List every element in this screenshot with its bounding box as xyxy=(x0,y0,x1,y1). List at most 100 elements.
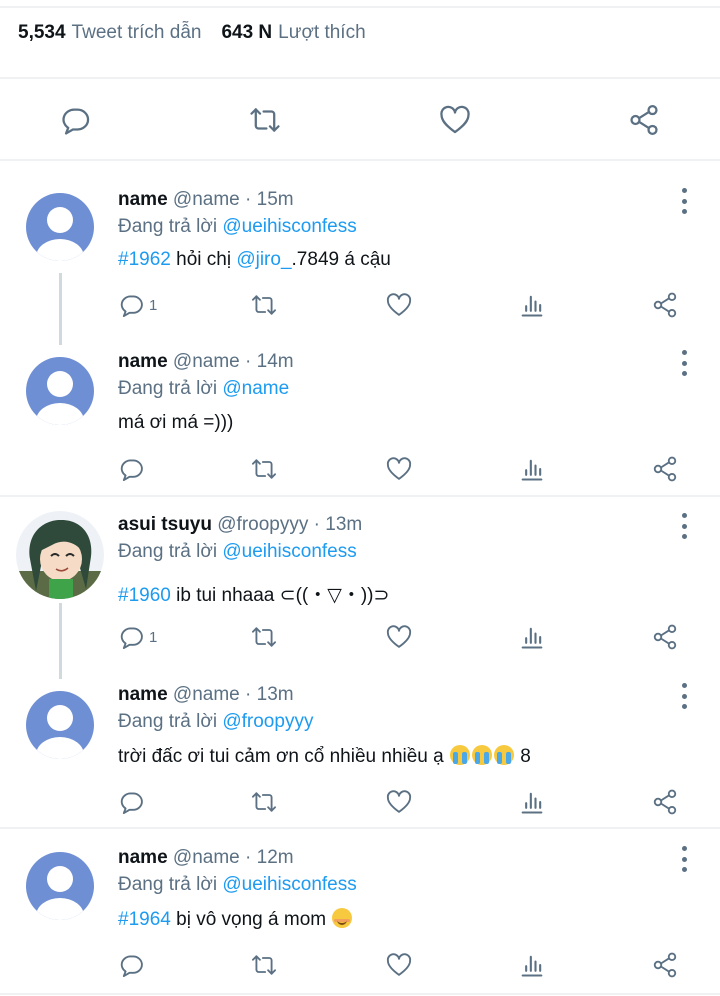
replying-prefix: Đang trả lời xyxy=(118,711,218,732)
share-button[interactable] xyxy=(622,98,666,142)
like-label[interactable]: Lượt thích xyxy=(278,22,366,43)
avatar[interactable] xyxy=(26,193,94,261)
retweet-button[interactable] xyxy=(243,98,287,142)
stats-divider xyxy=(0,77,720,79)
loudly-crying-face-icon xyxy=(450,745,470,765)
tweet-retweet-button[interactable] xyxy=(250,622,278,652)
mention-link[interactable]: @jiro_ xyxy=(236,249,291,270)
tweet-retweet-button[interactable] xyxy=(250,290,278,320)
handle[interactable]: @froopyyy xyxy=(217,514,308,535)
avatar[interactable] xyxy=(26,852,94,920)
tweet-analytics-button[interactable] xyxy=(518,787,546,817)
tweet-analytics-button[interactable] xyxy=(518,290,546,320)
tweet-like-button[interactable] xyxy=(385,622,413,652)
replying-mention[interactable]: @ueihisconfess xyxy=(222,541,356,562)
avatar[interactable] xyxy=(26,357,94,425)
tweet-reply-button[interactable] xyxy=(118,454,149,484)
tweet-analytics-button[interactable] xyxy=(518,454,546,484)
tweet-like-button[interactable] xyxy=(385,290,413,320)
timestamp[interactable]: · 12m xyxy=(245,847,294,868)
anime-avatar-icon xyxy=(16,511,104,599)
handle[interactable]: @name xyxy=(173,684,240,705)
tweet-header: name @name · 15m xyxy=(118,189,294,211)
tweet-reply-button[interactable] xyxy=(118,950,149,980)
text-part: trời đấc ơi tui cảm ơn cổ nhiều nhiều ạ xyxy=(118,746,449,767)
handle[interactable]: @name xyxy=(173,351,240,372)
avatar[interactable] xyxy=(16,511,104,599)
tweet-retweet-button[interactable] xyxy=(250,950,278,980)
like-button[interactable] xyxy=(433,98,477,142)
replying-to: Đang trả lời @name xyxy=(118,378,289,400)
tweet-share-button[interactable] xyxy=(651,454,679,484)
replying-to: Đang trả lời @ueihisconfess xyxy=(118,216,357,238)
display-name[interactable]: name xyxy=(118,351,168,372)
text-part: hỏi chị xyxy=(170,249,237,270)
replying-prefix: Đang trả lời xyxy=(118,541,218,562)
timestamp[interactable]: · 13m xyxy=(314,514,363,535)
default-avatar-icon xyxy=(26,357,94,425)
tweet-text: #1962 hỏi chị @jiro_.7849 á cậu xyxy=(118,249,391,271)
more-options-button[interactable] xyxy=(676,683,692,709)
like-count[interactable]: 643 N xyxy=(221,22,272,43)
tweet-share-button[interactable] xyxy=(651,950,679,980)
tweet-reply-button[interactable]: 1 xyxy=(118,622,157,652)
replying-mention[interactable]: @name xyxy=(222,378,289,399)
tweet-analytics-button[interactable] xyxy=(518,950,546,980)
tweet-share-button[interactable] xyxy=(651,787,679,817)
hashtag[interactable]: #1960 xyxy=(118,585,171,606)
display-name[interactable]: name xyxy=(118,684,168,705)
timestamp[interactable]: · 13m xyxy=(245,684,294,705)
heart-icon xyxy=(386,293,412,316)
tweet-analytics-button[interactable] xyxy=(518,622,546,652)
tweet-like-button[interactable] xyxy=(385,787,413,817)
tweet-retweet-button[interactable] xyxy=(250,787,278,817)
more-options-button[interactable] xyxy=(676,513,692,539)
handle[interactable]: @name xyxy=(173,189,240,210)
quote-count[interactable]: 5,534 xyxy=(18,22,66,43)
replying-mention[interactable]: @ueihisconfess xyxy=(222,874,356,895)
heart-icon xyxy=(386,953,412,976)
reply-tweet[interactable]: asui tsuyu @froopyyy · 13m Đang trả lời … xyxy=(0,497,720,679)
default-avatar-icon xyxy=(26,193,94,261)
reply-tweet[interactable]: name @name · 12m Đang trả lời @ueihiscon… xyxy=(0,829,720,994)
tweet-like-button[interactable] xyxy=(385,454,413,484)
heart-icon xyxy=(440,105,470,134)
display-name[interactable]: asui tsuyu xyxy=(118,514,212,535)
tweet-share-button[interactable] xyxy=(651,290,679,320)
more-options-button[interactable] xyxy=(676,350,692,376)
tweet-header: name @name · 14m xyxy=(118,351,294,373)
tweet-reply-button[interactable] xyxy=(118,787,149,817)
timestamp[interactable]: · 15m xyxy=(245,189,294,210)
reply-button[interactable] xyxy=(54,98,98,142)
bottom-divider xyxy=(0,993,720,995)
retweet-icon xyxy=(251,627,277,647)
more-options-button[interactable] xyxy=(676,188,692,214)
reply-count: 1 xyxy=(149,628,158,646)
analytics-icon xyxy=(521,955,543,977)
avatar[interactable] xyxy=(26,691,94,759)
heart-icon xyxy=(386,457,412,480)
timestamp[interactable]: · 14m xyxy=(245,351,294,372)
hashtag[interactable]: #1962 xyxy=(118,249,171,270)
handle[interactable]: @name xyxy=(173,847,240,868)
retweet-icon xyxy=(251,955,277,975)
tweet-retweet-button[interactable] xyxy=(250,454,278,484)
reply-icon xyxy=(120,295,143,318)
reply-tweet[interactable]: name @name · 13m Đang trả lời @froopyyy … xyxy=(0,667,720,827)
replying-mention[interactable]: @ueihisconfess xyxy=(222,216,356,237)
reply-tweet[interactable]: name @name · 14m Đang trả lời @name má ơ… xyxy=(0,333,720,495)
display-name[interactable]: name xyxy=(118,847,168,868)
hashtag[interactable]: #1964 xyxy=(118,909,171,930)
tweet-reply-button[interactable]: 1 xyxy=(118,290,157,320)
reply-icon xyxy=(120,955,143,978)
more-options-button[interactable] xyxy=(676,846,692,872)
tweet-like-button[interactable] xyxy=(385,950,413,980)
quote-label[interactable]: Tweet trích dẫn xyxy=(72,22,202,43)
display-name[interactable]: name xyxy=(118,189,168,210)
reply-tweet[interactable]: name @name · 15m Đang trả lời @ueihiscon… xyxy=(0,161,720,345)
top-divider xyxy=(0,6,720,8)
tweet-text: trời đấc ơi tui cảm ơn cổ nhiều nhiều ạ … xyxy=(118,745,531,768)
tweet-share-button[interactable] xyxy=(651,622,679,652)
tweet-header: name @name · 13m xyxy=(118,684,294,706)
replying-mention[interactable]: @froopyyy xyxy=(222,711,313,732)
